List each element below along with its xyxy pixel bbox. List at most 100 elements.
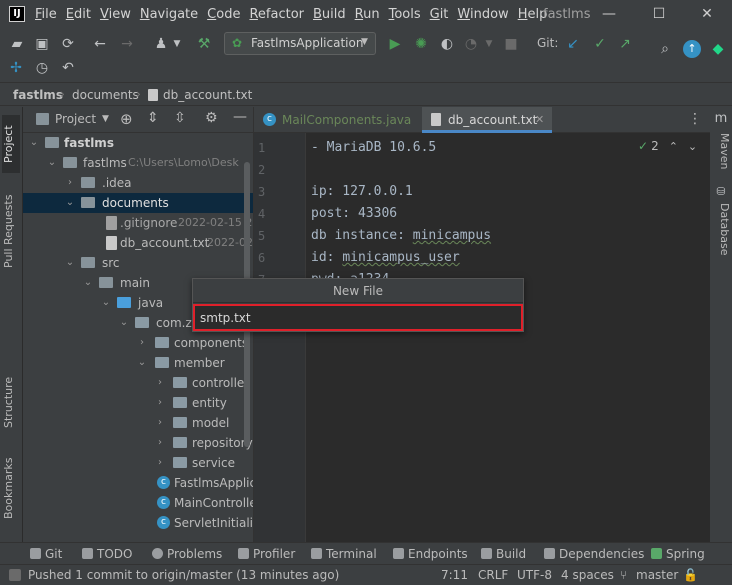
chevron-right-icon[interactable]: ›	[154, 393, 166, 413]
maximize-icon[interactable]: ☐	[651, 6, 667, 22]
rollback-icon[interactable]: ↶	[59, 59, 77, 77]
project-view-title[interactable]: Project	[55, 112, 96, 126]
menu-item[interactable]: Edit	[66, 0, 91, 30]
tool-tab-spring[interactable]: Spring	[651, 547, 705, 561]
chevron-right-icon[interactable]: ›	[154, 433, 166, 453]
run-icon[interactable]: ▶	[386, 35, 404, 53]
tree-item-controller[interactable]: › controller	[23, 373, 253, 393]
tree-item-repository[interactable]: › repository	[23, 433, 253, 453]
tree-item-root[interactable]: ⌄ fastlms	[23, 133, 253, 153]
tool-tab-endpoints[interactable]: Endpoints	[393, 547, 468, 561]
indent-setting[interactable]: 4 spaces	[561, 568, 614, 582]
prev-highlight-icon[interactable]: ⌃	[669, 140, 678, 153]
chevron-down-icon[interactable]: ⌄	[28, 133, 40, 153]
tool-tab-bookmarks[interactable]: Bookmarks	[2, 453, 20, 523]
hide-panel-icon[interactable]: —	[233, 109, 247, 125]
tree-item-class-servlet-initializer[interactable]: c ServletInitialize	[23, 513, 253, 533]
menu-item[interactable]: Tools	[389, 0, 421, 30]
maven-m-icon[interactable]: m	[712, 110, 730, 128]
gear-icon[interactable]: ⚙	[205, 110, 218, 126]
next-highlight-icon[interactable]: ⌄	[688, 140, 697, 153]
breadcrumb-folder[interactable]: documents	[72, 88, 139, 102]
profile-icon[interactable]: ◔	[462, 35, 480, 53]
update-icon[interactable]: ↑	[683, 40, 701, 58]
menu-item[interactable]: Git	[430, 0, 449, 30]
collapse-all-icon[interactable]: ⇳	[174, 110, 186, 126]
tool-tab-terminal[interactable]: Terminal	[311, 547, 377, 561]
chevron-right-icon[interactable]: ›	[154, 373, 166, 393]
tool-tab-todo[interactable]: TODO	[82, 547, 132, 561]
close-icon[interactable]: ✕	[699, 6, 715, 22]
history-clock-icon[interactable]: ◷	[33, 59, 51, 77]
inspection-widget[interactable]: ✓ 2 ⌃ ⌄	[638, 139, 697, 153]
more-run-chevron-icon[interactable]: ▼	[480, 35, 498, 53]
breadcrumb-project[interactable]: fastlms	[13, 88, 63, 102]
tree-item-src[interactable]: ⌄ src	[23, 253, 253, 273]
tool-tab-maven[interactable]: Maven	[713, 133, 731, 169]
tree-item-class-main-controller[interactable]: c MainController	[23, 493, 253, 513]
tool-tab-profiler[interactable]: Profiler	[238, 547, 295, 561]
tree-item-components[interactable]: › components	[23, 333, 253, 353]
menu-item[interactable]: View	[100, 0, 131, 30]
tool-tab-problems[interactable]: Problems	[152, 547, 222, 561]
open-folder-icon[interactable]: ▰	[8, 35, 26, 53]
tree-item-class-application[interactable]: c FastlmsApplica	[23, 473, 253, 493]
close-tab-icon[interactable]: ✕	[535, 107, 544, 133]
more-tabs-icon[interactable]: ⋮	[688, 111, 702, 127]
menu-item[interactable]: Refactor	[249, 0, 304, 30]
chevron-down-icon[interactable]: ⌄	[118, 313, 130, 333]
tree-item-member[interactable]: ⌄ member	[23, 353, 253, 373]
git-push-icon[interactable]: ↗	[616, 35, 634, 53]
run-config-dropdown[interactable]: ✿ FastlmsApplication ▼	[224, 32, 376, 55]
tree-item-module[interactable]: ⌄ fastlms C:\Users\Lomo\Desk	[23, 153, 253, 173]
minimize-icon[interactable]: —	[601, 6, 617, 22]
chevron-right-icon[interactable]: ›	[154, 413, 166, 433]
chevron-right-icon[interactable]: ›	[154, 453, 166, 473]
debug-icon[interactable]: ✺	[412, 35, 430, 53]
toolbox-icon[interactable]: ◆	[709, 40, 727, 58]
tool-tab-pull-requests[interactable]: Pull Requests	[2, 185, 20, 277]
tab-mailcomponents[interactable]: c MailComponents.java	[254, 107, 422, 133]
breadcrumb-file[interactable]: db_account.txt	[163, 88, 252, 102]
search-icon[interactable]: ⌕	[656, 40, 674, 58]
chevron-down-icon[interactable]: ⌄	[64, 253, 76, 273]
code-area[interactable]: - MariaDB 10.6.5 ip: 127.0.0.1 post: 43306…	[254, 133, 710, 542]
expand-icon[interactable]: ✢	[7, 59, 25, 77]
tree-item-service[interactable]: › service	[23, 453, 253, 473]
chevron-down-icon[interactable]: ⌄	[100, 293, 112, 313]
tree-item-idea[interactable]: › .idea	[23, 173, 253, 193]
tree-item-db-account[interactable]: db_account.txt 2022-02-	[23, 233, 253, 253]
tree-item-gitignore[interactable]: .gitignore 2022-02-15 21	[23, 213, 253, 233]
status-message[interactable]: Pushed 1 commit to origin/master (13 min…	[28, 568, 339, 582]
lock-icon[interactable]: 🔓	[683, 568, 698, 582]
menu-item[interactable]: Navigate	[140, 0, 198, 30]
tree-item-documents[interactable]: ⌄ documents	[23, 193, 253, 213]
tool-tab-database[interactable]: Database	[713, 203, 731, 256]
chevron-down-icon[interactable]: ▼	[102, 114, 109, 124]
menu-item[interactable]: Code	[207, 0, 240, 30]
tree-item-model[interactable]: › model	[23, 413, 253, 433]
save-all-icon[interactable]: ▣	[33, 35, 51, 53]
tool-tab-build[interactable]: Build	[481, 547, 526, 561]
file-encoding[interactable]: UTF-8	[517, 568, 552, 582]
stop-icon[interactable]: ■	[502, 35, 520, 53]
build-hammer-icon[interactable]: ⚒	[195, 35, 213, 53]
caret-position[interactable]: 7:11	[441, 568, 468, 582]
new-file-name-input[interactable]	[193, 304, 523, 331]
locate-icon[interactable]: ⊕	[120, 110, 133, 128]
coverage-icon[interactable]: ◐	[438, 35, 456, 53]
expand-all-icon[interactable]: ⇕	[147, 110, 159, 126]
tool-tab-git[interactable]: Git	[30, 547, 62, 561]
git-branch[interactable]: master	[636, 568, 678, 582]
chevron-down-icon[interactable]: ⌄	[64, 193, 76, 213]
tool-tab-project[interactable]: Project	[2, 115, 20, 173]
chevron-down-icon[interactable]: ⌄	[82, 273, 94, 293]
back-icon[interactable]: ←	[91, 35, 109, 53]
git-update-icon[interactable]: ↙	[564, 35, 582, 53]
menu-item[interactable]: Build	[313, 0, 346, 30]
menu-item[interactable]: File	[35, 0, 57, 30]
chevron-down-icon[interactable]: ▼	[168, 35, 186, 53]
chevron-right-icon[interactable]: ›	[64, 173, 76, 193]
sync-icon[interactable]: ⟳	[59, 35, 77, 53]
chevron-right-icon[interactable]: ›	[136, 333, 148, 353]
